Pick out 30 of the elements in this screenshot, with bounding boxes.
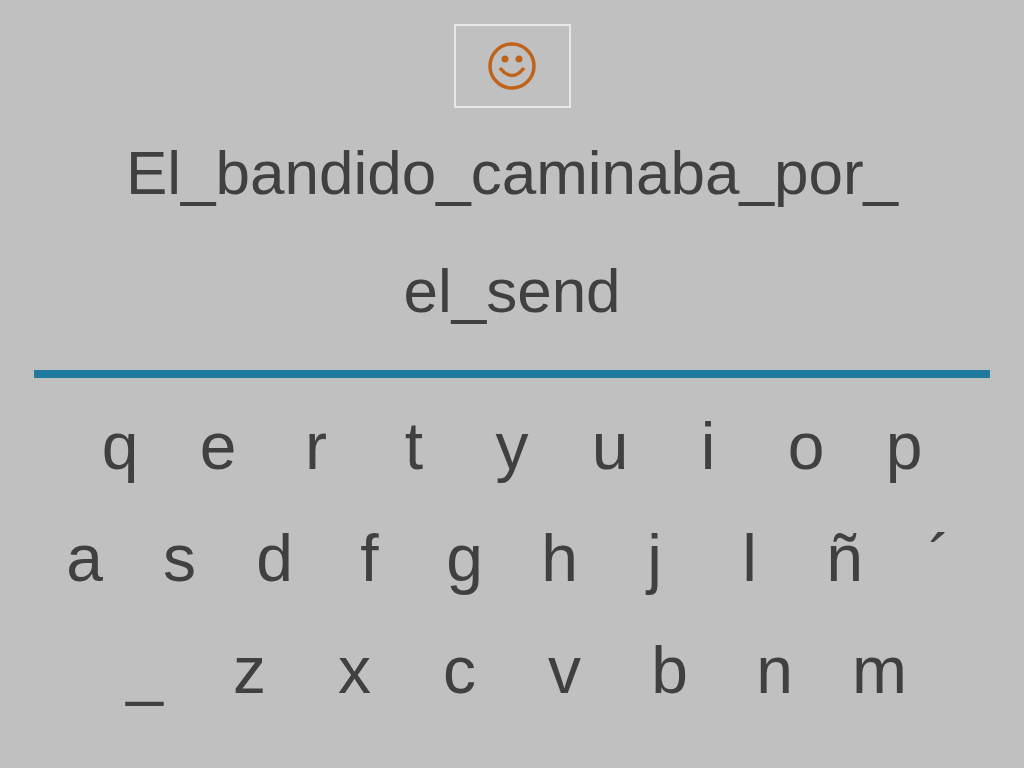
- letter-key[interactable]: y: [463, 396, 561, 496]
- letter-key[interactable]: d: [227, 508, 322, 608]
- letter-key[interactable]: u: [561, 396, 659, 496]
- letter-key[interactable]: c: [407, 620, 512, 720]
- sentence-line: El_bandido_caminaba_por_: [125, 137, 899, 209]
- letter-key[interactable]: n: [722, 620, 827, 720]
- letter-key[interactable]: m: [827, 620, 932, 720]
- letter-key[interactable]: x: [302, 620, 407, 720]
- letter-key[interactable]: h: [512, 508, 607, 608]
- smiley-icon: [487, 41, 537, 91]
- letter-key[interactable]: a: [37, 508, 132, 608]
- letter-key[interactable]: b: [617, 620, 722, 720]
- letter-key[interactable]: _: [92, 620, 197, 720]
- letter-key[interactable]: l: [702, 508, 797, 608]
- letter-key[interactable]: j: [607, 508, 702, 608]
- letter-key[interactable]: r: [267, 396, 365, 496]
- letter-key[interactable]: v: [512, 620, 617, 720]
- letter-key[interactable]: ñ: [797, 508, 892, 608]
- sentence-line: el_send: [403, 255, 621, 327]
- letter-key[interactable]: t: [365, 396, 463, 496]
- letter-key[interactable]: o: [757, 396, 855, 496]
- letter-key[interactable]: s: [132, 508, 227, 608]
- letter-key[interactable]: g: [417, 508, 512, 608]
- letter-key[interactable]: p: [855, 396, 953, 496]
- letter-key[interactable]: i: [659, 396, 757, 496]
- letter-key[interactable]: ´: [892, 508, 987, 608]
- letter-key[interactable]: q: [71, 396, 169, 496]
- letter-key[interactable]: z: [197, 620, 302, 720]
- letter-key[interactable]: e: [169, 396, 267, 496]
- letter-key[interactable]: f: [322, 508, 417, 608]
